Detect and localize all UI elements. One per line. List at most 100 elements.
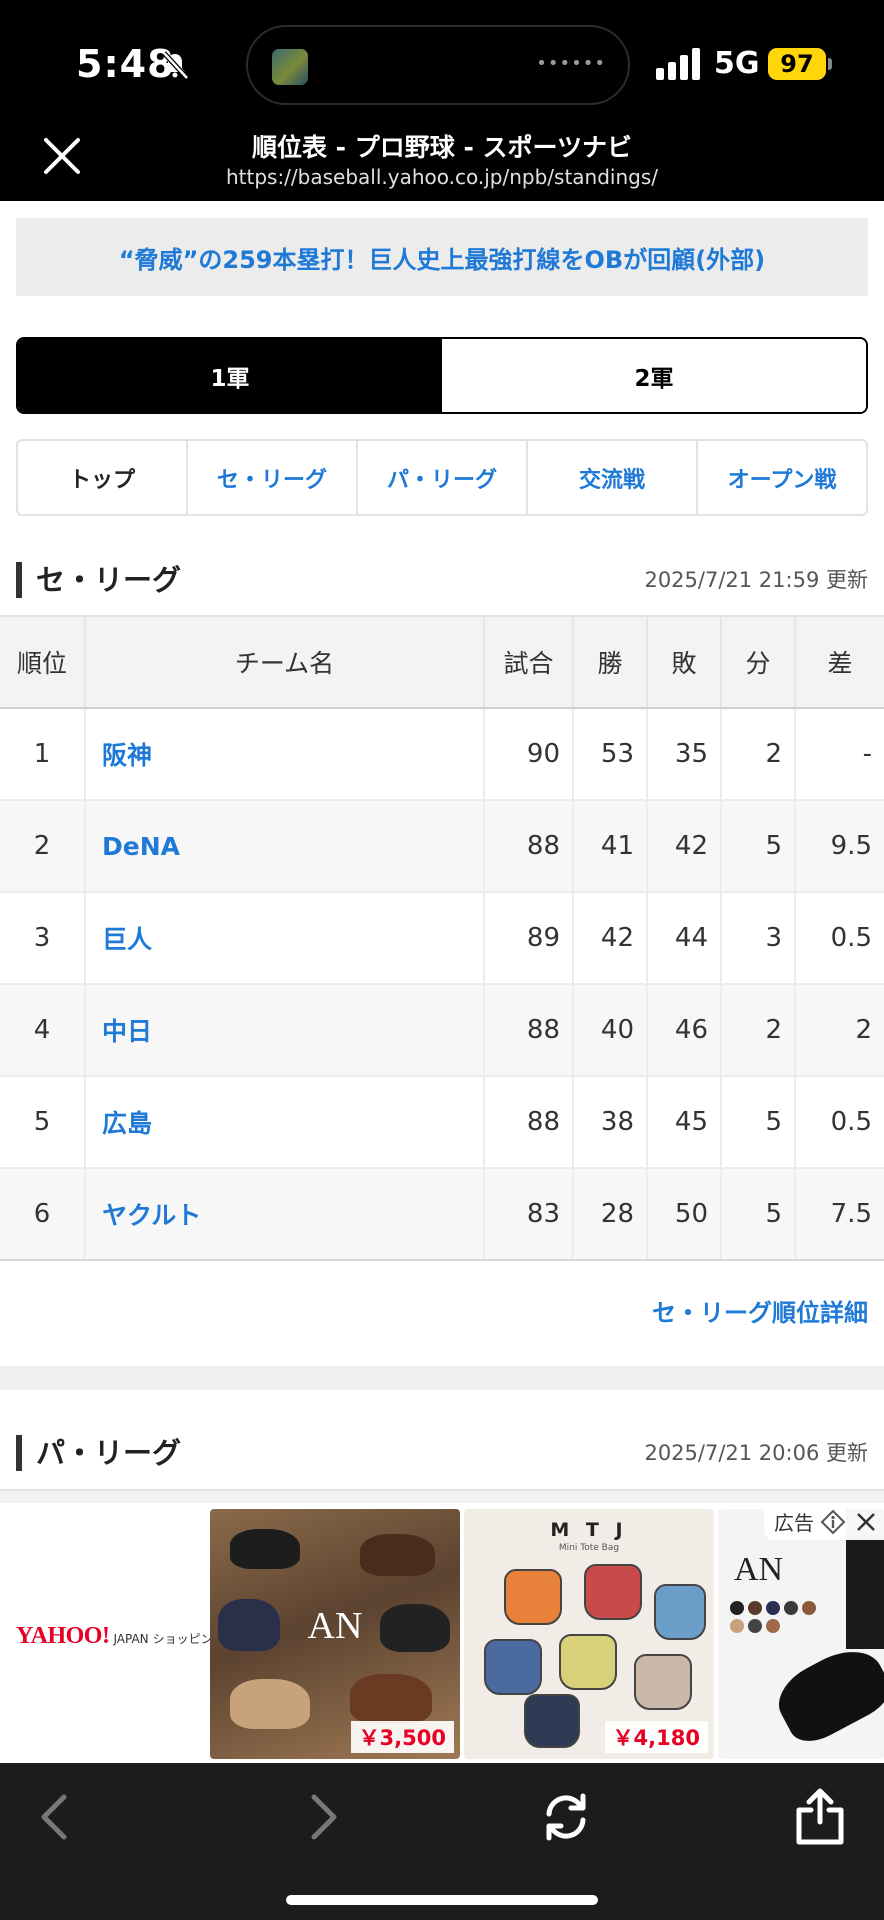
updated-time: 2025/7/21 20:06 更新 (644, 1441, 868, 1465)
price-tag: ￥4,180 (604, 1721, 708, 1753)
draws-cell: 3 (721, 892, 796, 985)
central-league-header: セ・リーグ 2025/7/21 21:59 更新 (16, 560, 868, 600)
draws-cell: 5 (721, 1076, 796, 1169)
team-link[interactable]: 巨人 (85, 892, 485, 985)
brand-sub: Mini Tote Bag (558, 1543, 620, 1553)
table-row: 6 ヤクルト 83 28 50 5 7.5 (0, 1168, 884, 1261)
team-link[interactable]: DeNA (85, 800, 485, 893)
shoe-image (230, 1529, 300, 1569)
bag-image (484, 1639, 542, 1695)
draws-cell: 2 (721, 984, 796, 1077)
tab-top[interactable]: トップ (18, 441, 188, 514)
bag-image (504, 1569, 562, 1625)
wins-cell: 28 (573, 1168, 648, 1261)
games-cell: 88 (484, 984, 574, 1077)
bag-image (524, 1694, 580, 1748)
chevron-left-icon (41, 1794, 67, 1840)
chevron-right-icon (311, 1794, 337, 1840)
share-button[interactable] (788, 1785, 852, 1849)
team-link[interactable]: 広島 (85, 1076, 485, 1169)
shoe-image (768, 1637, 884, 1751)
browser-header: 5:48 •••••• 5G 97 順位表 - プロ野球 - スポーツナビ ht… (0, 0, 884, 201)
cellular-signal-icon (656, 48, 702, 80)
section-title: セ・リーグ (36, 563, 182, 597)
section-title: パ・リーグ (36, 1436, 182, 1470)
tab-open-games[interactable]: オープン戦 (698, 441, 866, 514)
toggle-first-team[interactable]: 1軍 (18, 339, 442, 412)
games-behind-cell: 2 (795, 984, 884, 1077)
losses-cell: 42 (647, 800, 722, 893)
central-standings-detail-link[interactable]: セ・リーグ順位詳細 (652, 1293, 868, 1328)
toggle-second-team[interactable]: 2軍 (442, 339, 866, 412)
ad-close-icon[interactable] (854, 1510, 878, 1534)
shoe-image (230, 1679, 310, 1729)
shoe-image (360, 1534, 435, 1576)
brand-label: M T J (550, 1519, 628, 1541)
ad-label: 広告 (774, 1511, 814, 1535)
tab-pacific-league[interactable]: パ・リーグ (358, 441, 528, 514)
table-row: 3 巨人 89 42 44 3 0.5 (0, 892, 884, 985)
dynamic-island[interactable]: •••••• (246, 25, 630, 105)
back-button[interactable] (22, 1785, 86, 1849)
home-indicator[interactable] (286, 1895, 598, 1905)
wins-cell: 40 (573, 984, 648, 1077)
losses-cell: 44 (647, 892, 722, 985)
wins-cell: 38 (573, 1076, 648, 1169)
column-header: 勝 (573, 615, 648, 709)
column-header: チーム名 (85, 615, 485, 709)
ad-product-loafers-2[interactable]: AN (718, 1509, 884, 1759)
losses-cell: 35 (647, 708, 722, 801)
waveform-icon: •••••• (536, 53, 606, 74)
shoe-image (350, 1674, 432, 1724)
network-type: 5G (714, 46, 760, 81)
reload-button[interactable] (534, 1785, 598, 1849)
team-link[interactable]: ヤクルト (85, 1168, 485, 1261)
forward-button[interactable] (292, 1785, 356, 1849)
table-row: 2 DeNA 88 41 42 5 9.5 (0, 800, 884, 893)
news-banner[interactable]: “脅威”の259本塁打！巨人史上最強打線をOBが回顧(外部) (16, 218, 868, 296)
ad-label-badge[interactable]: 広告 (764, 1503, 884, 1540)
bag-image (654, 1584, 706, 1640)
yahoo-shopping-logo[interactable]: YAHOO! JAPAN ショッピング (16, 1623, 225, 1650)
rank-cell: 5 (0, 1076, 86, 1169)
games-behind-cell: 7.5 (795, 1168, 884, 1261)
tab-interleague[interactable]: 交流戦 (528, 441, 698, 514)
games-behind-cell: 9.5 (795, 800, 884, 893)
games-cell: 83 (484, 1168, 574, 1261)
rank-cell: 2 (0, 800, 86, 893)
ad-product-tote-bags[interactable]: M T J Mini Tote Bag ￥4,180 (464, 1509, 714, 1759)
losses-cell: 46 (647, 984, 722, 1077)
column-header: 順位 (0, 615, 86, 709)
column-header: 試合 (484, 615, 574, 709)
updated-time: 2025/7/21 21:59 更新 (644, 568, 868, 592)
tab-central-league[interactable]: セ・リーグ (188, 441, 358, 514)
news-headline: “脅威”の259本塁打！巨人史上最強打線をOBが回顧(外部) (118, 245, 766, 274)
table-row: 5 広島 88 38 45 5 0.5 (0, 1076, 884, 1169)
team-link[interactable]: 中日 (85, 984, 485, 1077)
bell-muted-icon (162, 51, 189, 80)
ad-banner[interactable]: YAHOO! JAPAN ショッピング AN ￥3,500 M T J Mini… (0, 1503, 884, 1761)
standings-table: 順位 チーム名 試合 勝 敗 分 差 1 阪神 90 53 35 2 - 2 D… (0, 615, 884, 1261)
column-header: 敗 (647, 615, 722, 709)
draws-cell: 2 (721, 708, 796, 801)
games-cell: 88 (484, 800, 574, 893)
games-cell: 88 (484, 1076, 574, 1169)
games-behind-cell: 0.5 (795, 892, 884, 985)
section-marker (16, 1435, 22, 1471)
section-divider (0, 1366, 884, 1390)
wins-cell: 53 (573, 708, 648, 801)
team-link[interactable]: 阪神 (85, 708, 485, 801)
draws-cell: 5 (721, 1168, 796, 1261)
reload-icon (546, 1793, 586, 1841)
rank-cell: 6 (0, 1168, 86, 1261)
price-tag: ￥3,500 (350, 1721, 454, 1753)
ad-info-icon[interactable] (820, 1509, 846, 1535)
page-url[interactable]: https://baseball.yahoo.co.jp/npb/standin… (0, 165, 884, 189)
rank-cell: 1 (0, 708, 86, 801)
games-cell: 89 (484, 892, 574, 985)
games-behind-cell: 0.5 (795, 1076, 884, 1169)
team-level-toggle: 1軍 2軍 (16, 337, 868, 414)
ad-product-loafers[interactable]: AN ￥3,500 (210, 1509, 460, 1759)
table-row: 1 阪神 90 53 35 2 - (0, 708, 884, 801)
rank-cell: 3 (0, 892, 86, 985)
